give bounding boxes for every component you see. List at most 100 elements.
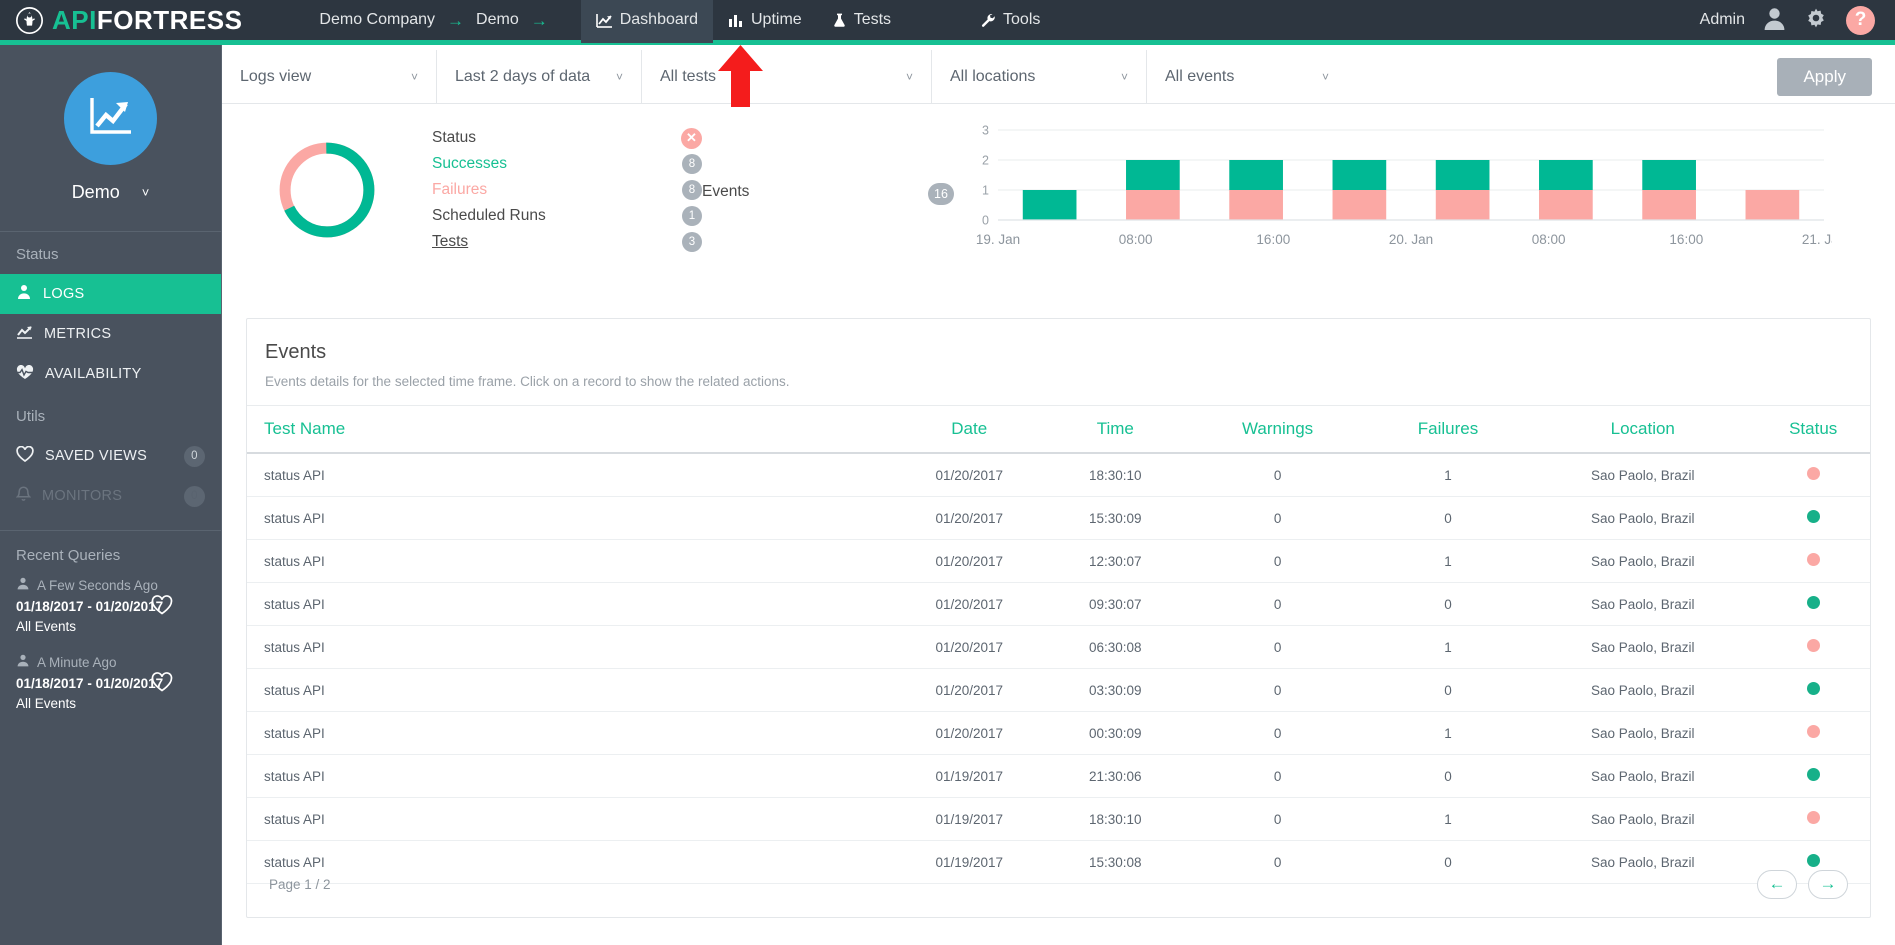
table-row[interactable]: status API01/20/201715:30:0900Sao Paolo,… [247,497,1870,540]
cell-time: 03:30:09 [1042,669,1188,712]
status-failed-dot-icon [1807,639,1820,652]
recent-query-item[interactable]: A Few Seconds Ago 01/18/2017 - 01/20/201… [0,573,221,650]
column-header-time[interactable]: Time [1042,406,1188,453]
events-count-block: Events 16 [702,175,972,205]
heart-outline-icon[interactable] [151,595,173,618]
table-row[interactable]: status API01/20/201718:30:1001Sao Paolo,… [247,453,1870,497]
sidebar-item-monitors[interactable]: MONITORS 0 [0,476,221,516]
tab-tests-label: Tests [854,11,891,29]
table-row[interactable]: status API01/20/201703:30:0900Sao Paolo,… [247,669,1870,712]
stat-row-scheduled-runs: Scheduled Runs 1 [432,203,702,229]
recent-query-when: A Minute Ago [37,655,117,670]
breadcrumb-company[interactable]: Demo Company [319,11,435,29]
cell-location: Sao Paolo, Brazil [1529,755,1756,798]
table-row[interactable]: status API01/20/201712:30:0701Sao Paolo,… [247,540,1870,583]
previous-page-button[interactable]: ← [1757,870,1797,899]
chevron-down-icon: ˅ [616,70,623,84]
cell-test-name: status API [247,497,896,540]
events-select[interactable]: All events ˅ [1147,50,1347,103]
cell-location: Sao Paolo, Brazil [1529,453,1756,497]
tests-value: All tests [660,68,716,86]
locations-select[interactable]: All locations ˅ [932,50,1147,103]
chart-bar-failure[interactable] [1126,190,1180,220]
recent-query-item[interactable]: A Minute Ago 01/18/2017 - 01/20/2017 All… [0,650,221,727]
stat-failures-label: Failures [432,181,487,199]
cell-failures: 1 [1367,540,1529,583]
account-name-row[interactable]: Demo ˅ [0,182,221,203]
tab-tests[interactable]: Tests [817,0,906,43]
recent-query-when-row: A Minute Ago [16,654,205,670]
sidebar-item-logs[interactable]: LOGS [0,274,221,314]
breadcrumb-project[interactable]: Demo [476,11,519,29]
chart-bar-success[interactable] [1539,160,1593,190]
next-page-button[interactable]: → [1808,870,1848,899]
cell-status [1756,583,1870,626]
help-question-icon[interactable]: ? [1846,6,1875,35]
apply-button[interactable]: Apply [1777,58,1872,96]
table-row[interactable]: status API01/20/201709:30:0700Sao Paolo,… [247,583,1870,626]
breadcrumb-arrow-icon: → [447,12,464,29]
monitors-count-badge: 0 [184,486,205,507]
chart-bar-success[interactable] [1126,160,1180,190]
chart-bar-success[interactable] [1642,160,1696,190]
chart-bar-failure[interactable] [1436,190,1490,220]
column-header-status[interactable]: Status [1756,406,1870,453]
cell-warnings: 0 [1188,540,1367,583]
cell-location: Sao Paolo, Brazil [1529,583,1756,626]
cell-date: 01/20/2017 [896,669,1042,712]
gear-icon[interactable] [1804,7,1828,34]
cell-status [1756,712,1870,755]
chart-bar-success[interactable] [1023,190,1077,220]
cell-failures: 1 [1367,712,1529,755]
sidebar-item-metrics[interactable]: METRICS [0,314,221,354]
sidebar-item-saved-views[interactable]: SAVED VIEWS 0 [0,436,221,476]
chart-x-tick-label: 08:00 [1119,232,1153,247]
tab-uptime[interactable]: Uptime [713,0,817,43]
stat-tests-label[interactable]: Tests [432,233,468,251]
view-mode-select[interactable]: Logs view ˅ [222,50,437,103]
column-header-date[interactable]: Date [896,406,1042,453]
column-header-location[interactable]: Location [1529,406,1756,453]
chart-bar-failure[interactable] [1642,190,1696,220]
sidebar-item-availability[interactable]: AVAILABILITY [0,354,221,394]
filter-bar: Logs view ˅ Last 2 days of data ˅ All te… [222,50,1895,104]
cell-time: 15:30:09 [1042,497,1188,540]
chart-bar-failure[interactable] [1539,190,1593,220]
tab-tools[interactable]: Tools [966,0,1055,43]
chart-bar-failure[interactable] [1229,190,1283,220]
heart-outline-icon[interactable] [151,672,173,695]
sidebar-item-availability-label: AVAILABILITY [45,366,142,382]
tab-uptime-label: Uptime [751,11,802,29]
chart-bar-success[interactable] [1436,160,1490,190]
chart-bar-success[interactable] [1333,160,1387,190]
events-table: Test Name Date Time Warnings Failures Lo… [247,406,1870,884]
chart-y-tick-label: 2 [982,153,989,167]
chevron-down-icon: ˅ [142,185,150,200]
brand-title: APIFORTRESS [52,7,242,33]
stat-row-tests[interactable]: Tests 3 [432,229,702,255]
chart-bar-failure[interactable] [1746,190,1800,220]
events-panel-header: Events Events details for the selected t… [247,319,1870,406]
user-icon[interactable] [1763,7,1786,34]
tests-select[interactable]: All tests ˅ [642,50,932,103]
tab-dashboard[interactable]: Dashboard [581,0,713,43]
column-header-warnings[interactable]: Warnings [1188,406,1367,453]
chart-bar-success[interactable] [1229,160,1283,190]
column-header-failures[interactable]: Failures [1367,406,1529,453]
cell-date: 01/20/2017 [896,712,1042,755]
chart-bar-failure[interactable] [1333,190,1387,220]
avatar[interactable] [64,72,157,165]
table-row[interactable]: status API01/19/201721:30:0600Sao Paolo,… [247,755,1870,798]
chart-x-tick-label: 20. Jan [1389,232,1433,247]
sidebar: Demo ˅ Status LOGS METRICS AVAILABILITY … [0,45,222,945]
cell-failures: 0 [1367,669,1529,712]
brand-logo-area[interactable]: APIFORTRESS [0,0,264,43]
table-row[interactable]: status API01/19/201718:30:1001Sao Paolo,… [247,798,1870,841]
column-header-test-name[interactable]: Test Name [247,406,896,453]
time-range-select[interactable]: Last 2 days of data ˅ [437,50,642,103]
chevron-down-icon: ˅ [906,70,913,84]
top-navigation-bar: APIFORTRESS Demo Company → Demo → Dashbo… [0,0,1895,45]
table-row[interactable]: status API01/20/201706:30:0801Sao Paolo,… [247,626,1870,669]
table-row[interactable]: status API01/20/201700:30:0901Sao Paolo,… [247,712,1870,755]
status-stats-list: Status ✕ Successes 8 Failures 8 Schedule… [432,125,702,255]
